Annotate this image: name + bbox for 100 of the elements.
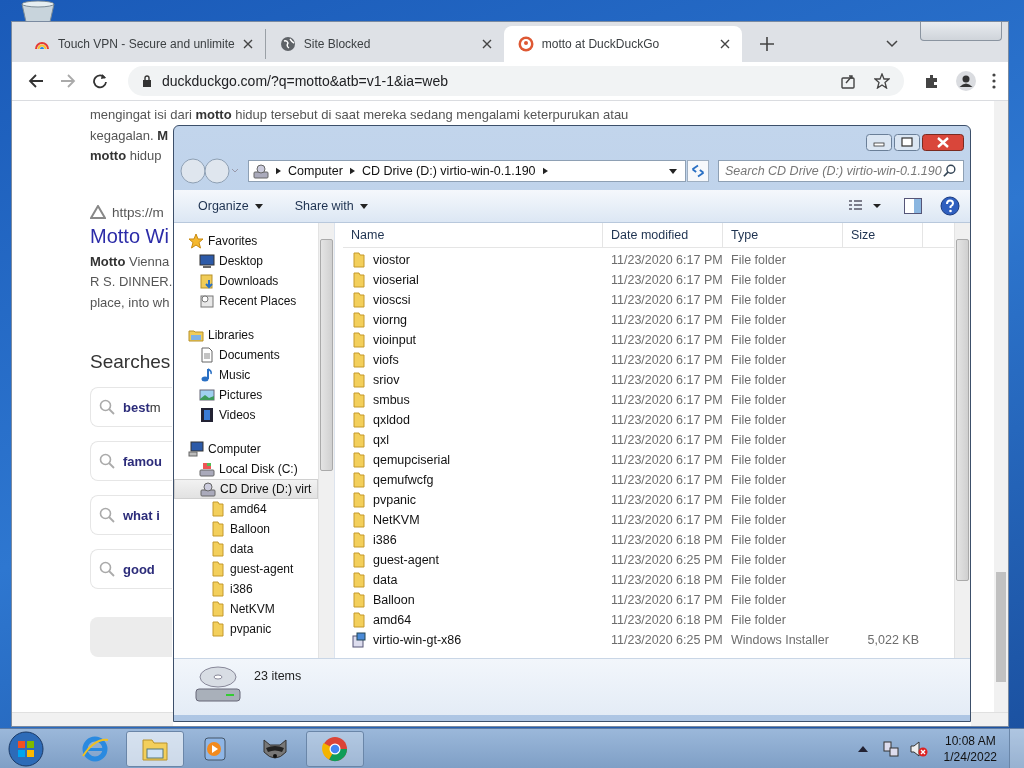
column-header[interactable]: Date modified xyxy=(603,223,723,247)
close-icon[interactable] xyxy=(242,39,253,49)
file-name[interactable]: qemupciserial xyxy=(373,453,451,467)
plus-icon[interactable] xyxy=(759,37,774,51)
file-name[interactable]: viostor xyxy=(373,253,410,267)
related-search-card[interactable]: what i xyxy=(90,495,172,535)
address-bar[interactable]: Computer CD Drive (D:) virtio-win-0.1.190 xyxy=(248,160,686,182)
close-icon[interactable] xyxy=(719,39,730,49)
speaker-muted-icon[interactable] xyxy=(909,739,928,758)
close-icon[interactable] xyxy=(481,39,492,49)
refresh-icon[interactable] xyxy=(686,160,710,182)
navigation-item[interactable]: Local Disk (C:) xyxy=(174,459,318,479)
file-name[interactable]: Balloon xyxy=(373,593,415,607)
file-name[interactable]: amd64 xyxy=(373,613,412,627)
file-name[interactable]: viorng xyxy=(373,313,408,327)
scrollbar-track[interactable] xyxy=(12,712,173,726)
navigation-item[interactable]: Documents xyxy=(174,345,318,365)
file-name[interactable]: smbus xyxy=(373,393,410,407)
vertical-scrollbar[interactable] xyxy=(994,101,1008,712)
file-name[interactable]: i386 xyxy=(373,533,397,547)
view-options-icon[interactable] xyxy=(848,199,882,213)
scrollbar-track[interactable] xyxy=(971,712,1008,726)
browser-tab[interactable]: Site Blocked xyxy=(265,29,504,59)
clock-date[interactable]: 1/24/2022 xyxy=(943,748,997,765)
puzzle-icon[interactable] xyxy=(924,73,940,89)
chevron-up-icon[interactable] xyxy=(857,745,868,752)
chevron-right-icon[interactable] xyxy=(542,167,548,175)
navigation-item[interactable]: Balloon xyxy=(174,519,318,539)
vertical-scrollbar[interactable] xyxy=(954,223,970,658)
chevron-right-icon[interactable] xyxy=(276,167,281,175)
navigation-item[interactable]: Favorites xyxy=(174,231,318,251)
navigation-item[interactable]: NetKVM xyxy=(174,599,318,619)
show-desktop-button[interactable] xyxy=(1009,728,1024,768)
navigation-item[interactable]: guest-agent xyxy=(174,559,318,579)
back-arrow-icon[interactable] xyxy=(28,73,44,89)
maximize-icon[interactable] xyxy=(894,134,920,151)
chevron-down-icon[interactable] xyxy=(886,40,898,48)
paragraph-line: kegagalan. M xyxy=(90,126,169,145)
profile-icon[interactable] xyxy=(956,71,976,91)
caret-icon xyxy=(359,203,368,209)
result-url[interactable]: https://m xyxy=(112,204,164,220)
file-name[interactable]: qxldod xyxy=(373,413,410,427)
column-header[interactable]: Type xyxy=(723,223,843,247)
browser-tab[interactable]: motto at DuckDuckGo xyxy=(503,26,742,62)
file-name[interactable]: data xyxy=(373,573,398,587)
navigation-item[interactable]: amd64 xyxy=(174,499,318,519)
column-header[interactable]: Size xyxy=(843,223,923,247)
file-name[interactable]: qxl xyxy=(373,433,389,447)
file-name[interactable]: vioserial xyxy=(373,273,419,287)
toolbar-menu-button[interactable]: Share with xyxy=(284,195,378,217)
share-icon[interactable] xyxy=(840,73,856,89)
browser-tab[interactable]: Touch VPN - Secure and unlimite xyxy=(20,29,266,59)
close-icon[interactable] xyxy=(922,134,964,151)
dropdown-arrow-icon[interactable] xyxy=(669,168,677,174)
navigation-item[interactable]: CD Drive (D:) virt xyxy=(174,479,318,499)
file-name[interactable]: pvpanic xyxy=(373,493,417,507)
breadcrumb-item[interactable]: CD Drive (D:) virtio-win-0.1.190 xyxy=(361,164,536,178)
address-bar[interactable]: duckduckgo.com/?q=motto&atb=v1-1&ia=web xyxy=(128,66,904,96)
preview-pane-icon[interactable] xyxy=(904,198,922,214)
clock-time[interactable]: 10:08 AM xyxy=(944,732,996,749)
minimize-icon[interactable] xyxy=(866,134,892,151)
taskbar-button[interactable] xyxy=(126,730,184,767)
chevron-right-icon[interactable] xyxy=(349,167,355,175)
related-search-card[interactable]: good xyxy=(90,549,172,589)
navigation-item[interactable]: Recent Places xyxy=(174,291,318,311)
navigation-item[interactable]: Pictures xyxy=(174,385,318,405)
more-menu-icon[interactable] xyxy=(992,73,996,89)
window-controls[interactable] xyxy=(920,22,1002,41)
taskbar-button[interactable] xyxy=(306,730,364,767)
reload-icon[interactable] xyxy=(92,73,108,89)
file-name[interactable]: qemufwcfg xyxy=(373,473,434,487)
file-name[interactable]: vioinput xyxy=(373,333,417,347)
navigation-item[interactable]: Desktop xyxy=(174,251,318,271)
file-name[interactable]: NetKVM xyxy=(373,513,420,527)
navigation-item[interactable]: Music xyxy=(174,365,318,385)
star-icon[interactable] xyxy=(874,73,890,89)
breadcrumb-item[interactable]: Computer xyxy=(288,164,343,178)
toolbar-menu-button[interactable]: Organize xyxy=(188,195,273,217)
navigation-item[interactable]: Videos xyxy=(174,405,318,425)
start-orb-icon[interactable] xyxy=(8,730,44,767)
column-header[interactable]: Name xyxy=(343,223,603,247)
navigation-item[interactable]: pvpanic xyxy=(174,619,318,639)
navigation-item[interactable]: Downloads xyxy=(174,271,318,291)
result-title-link[interactable]: Motto Wi xyxy=(90,224,169,248)
navigation-item[interactable]: Libraries xyxy=(174,325,318,345)
navigation-item[interactable]: data xyxy=(174,539,318,559)
related-search-card[interactable]: famou xyxy=(90,441,172,481)
file-name[interactable]: virtio-win-gt-x86 xyxy=(373,633,462,647)
file-name[interactable]: guest-agent xyxy=(373,553,440,567)
recycle-bin-icon[interactable] xyxy=(20,0,56,22)
vertical-scrollbar[interactable] xyxy=(318,223,334,658)
navigation-item[interactable]: i386 xyxy=(174,579,318,599)
search-field[interactable]: Search CD Drive (D:) virtio-win-0.1.190 xyxy=(718,160,964,182)
help-icon[interactable] xyxy=(940,196,960,216)
file-name[interactable]: vioscsi xyxy=(373,293,411,307)
related-search-card[interactable]: bestm xyxy=(90,387,172,427)
file-name[interactable]: viofs xyxy=(373,353,399,367)
network-icon[interactable] xyxy=(881,739,900,758)
file-name[interactable]: sriov xyxy=(373,373,400,387)
navigation-item[interactable]: Computer xyxy=(174,439,318,459)
